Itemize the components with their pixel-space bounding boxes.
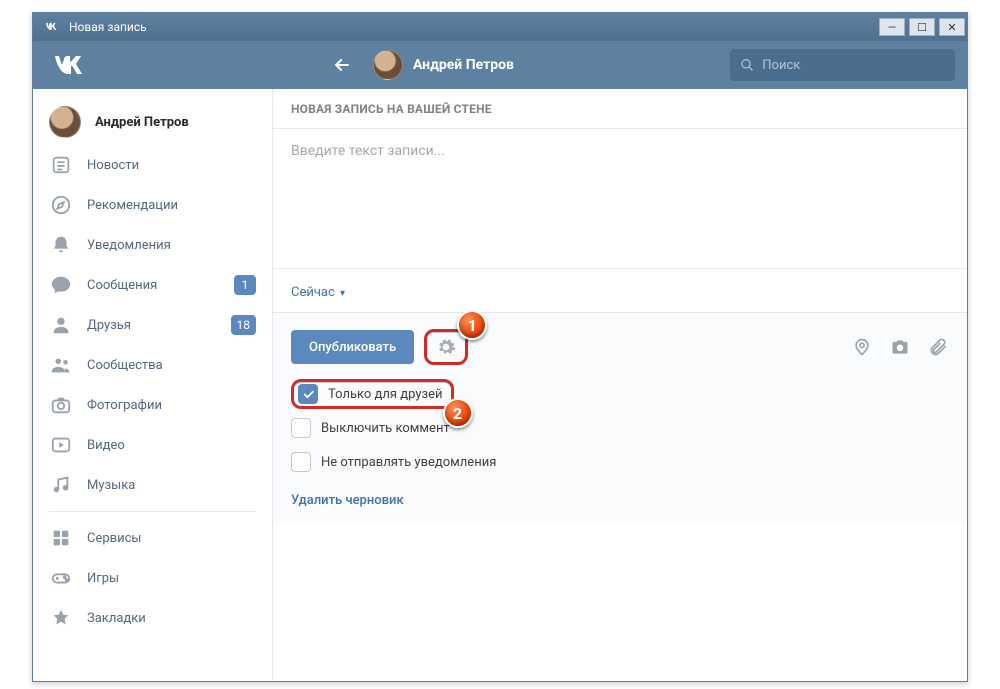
sidebar-item-communities[interactable]: Сообщества [33,345,272,385]
sidebar: Андрей Петров Новости Рекомендации Уведо… [33,89,273,681]
composer: НОВАЯ ЗАПИСЬ НА ВАШЕЙ СТЕНЕ Сейчас ▾ Опу… [273,89,967,681]
nav-separator [49,511,256,512]
camera-icon [49,393,73,417]
header-avatar[interactable] [373,50,403,80]
post-options: Только для друзей 2 Выключить коммент Не… [291,377,949,508]
sidebar-item-label: Сообщения [87,278,157,293]
vk-logo-icon[interactable] [51,47,87,83]
minimize-button[interactable]: — [879,18,905,36]
sidebar-item-label: Игры [87,571,119,586]
sidebar-item-friends[interactable]: Друзья 18 [33,305,272,345]
sidebar-item-photos[interactable]: Фотографии [33,385,272,425]
chat-icon [49,273,73,297]
sidebar-item-games[interactable]: Игры [33,558,272,598]
sidebar-item-label: Фотографии [87,398,162,413]
header-username[interactable]: Андрей Петров [413,57,514,73]
compass-icon [49,193,73,217]
friends-only-label: Только для друзей [328,387,443,402]
annotation-frame-1: 1 [424,329,468,365]
photo-button[interactable] [889,336,911,358]
users-icon [49,353,73,377]
sidebar-avatar [49,106,81,138]
no-notify-checkbox[interactable] [291,452,311,472]
sidebar-item-label: Друзья [87,318,131,333]
titlebar: Новая запись — ☐ ✕ [33,13,967,41]
maximize-button[interactable]: ☐ [909,18,935,36]
publish-button[interactable]: Опубликовать [291,330,414,364]
sidebar-item-label: Сервисы [87,531,142,546]
close-button[interactable]: ✕ [939,18,965,36]
music-icon [49,473,73,497]
badge: 18 [231,315,257,335]
composer-title: НОВАЯ ЗАПИСЬ НА ВАШЕЙ СТЕНЕ [273,89,967,129]
badge: 1 [234,275,256,295]
disable-comments-label: Выключить коммент [321,421,450,436]
search-icon [740,57,754,73]
disable-comments-checkbox[interactable] [291,418,311,438]
sidebar-item-music[interactable]: Музыка [33,465,272,505]
search-box[interactable] [730,49,955,81]
search-input[interactable] [762,58,945,73]
sidebar-item-label: Сообщества [87,358,163,373]
sidebar-item-label: Видео [87,438,125,453]
bell-icon [49,233,73,257]
settings-button[interactable] [433,334,459,360]
window-title: Новая запись [69,20,877,34]
sidebar-item-notifications[interactable]: Уведомления [33,225,272,265]
friends-only-checkbox[interactable] [298,384,318,404]
app-window: Новая запись — ☐ ✕ Андрей Петров Андрей … [32,12,968,682]
video-icon [49,433,73,457]
news-icon [49,153,73,177]
sidebar-profile[interactable]: Андрей Петров [33,99,272,145]
header: Андрей Петров [33,41,967,89]
option-no-notify-row: Не отправлять уведомления [291,445,949,479]
sidebar-item-label: Музыка [87,478,135,493]
back-button[interactable] [327,50,357,80]
location-button[interactable] [851,336,873,358]
composer-actions: Опубликовать 1 [273,312,967,524]
option-friends-only-row: Только для друзей 2 [291,377,949,411]
user-icon [49,313,73,337]
sidebar-item-label: Новости [87,158,139,173]
sidebar-item-label: Уведомления [87,238,171,253]
sidebar-item-video[interactable]: Видео [33,425,272,465]
sidebar-item-recommendations[interactable]: Рекомендации [33,185,272,225]
sidebar-item-label: Рекомендации [87,198,178,213]
star-icon [49,606,73,630]
post-textarea[interactable] [273,129,967,269]
window-controls: — ☐ ✕ [877,18,967,36]
annotation-frame-2: Только для друзей 2 [291,379,454,409]
post-time-label: Сейчас [291,285,335,300]
sidebar-profile-name: Андрей Петров [95,115,189,130]
sidebar-item-bookmarks[interactable]: Закладки [33,598,272,638]
sidebar-item-label: Закладки [87,611,146,626]
no-notify-label: Не отправлять уведомления [321,455,496,470]
annotation-marker-1: 1 [457,310,487,340]
vk-mini-icon [39,15,63,39]
chevron-down-icon: ▾ [340,288,345,299]
annotation-marker-2: 2 [443,398,473,428]
option-disable-comments-row: Выключить коммент [291,411,949,445]
attach-button[interactable] [927,336,949,358]
sidebar-item-news[interactable]: Новости [33,145,272,185]
grid-icon [49,526,73,550]
delete-draft-link[interactable]: Удалить черновик [291,493,949,508]
sidebar-item-messages[interactable]: Сообщения 1 [33,265,272,305]
post-time-selector[interactable]: Сейчас ▾ [273,273,967,312]
sidebar-item-services[interactable]: Сервисы [33,518,272,558]
content: Андрей Петров Новости Рекомендации Уведо… [33,89,967,681]
gamepad-icon [49,566,73,590]
